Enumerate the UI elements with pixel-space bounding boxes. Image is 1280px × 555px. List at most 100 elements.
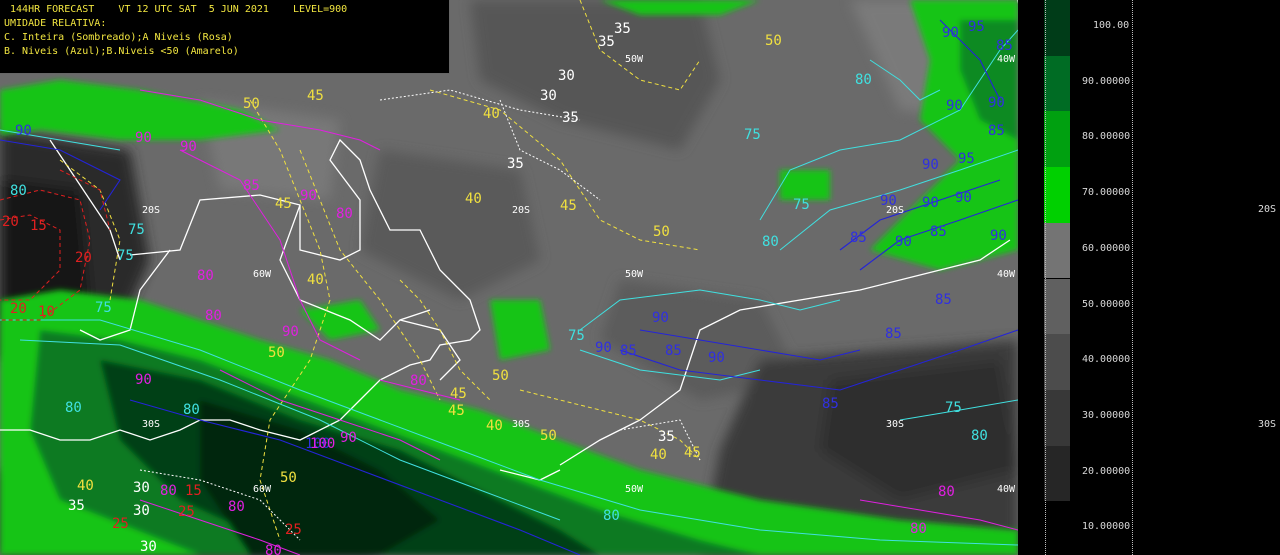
legend-description-1: C. Inteira (Sombreado);A Niveis (Rosa) [4,32,233,43]
yellow-contour-label: 50 [243,96,260,112]
color-legend: 100.00 90.00000 80.00000 70.00000 60.00000 50… [1018,0,1280,555]
grid-line-vertical [1045,0,1046,555]
blue-contour-label: 85 [850,230,867,246]
yellow-contour-label: 50 [268,345,285,361]
legend-swatch [1044,389,1070,446]
white-contour-label: 35 [614,21,631,37]
cyan-contour-label: 80 [183,402,200,418]
legend-swatch [1044,55,1070,112]
magenta-contour-label: 80 [265,543,282,555]
magenta-contour-label: 85 [243,178,260,194]
legend-scale-value: 50.00000 [1082,298,1131,310]
legend-swatch [1044,445,1070,502]
cyan-contour-label: 80 [762,234,779,250]
cyan-contour-label: 80 [603,508,620,524]
yellow-contour-label: 40 [77,478,94,494]
legend-scale-value: 20.00000 [1082,465,1131,477]
magenta-contour-label: 80 [205,308,222,324]
white-contour-label: 30 [140,539,157,555]
blue-contour-label: 90 [595,340,612,356]
blue-contour-label: 90 [942,25,959,41]
blue-contour-label: 90 [708,350,725,366]
forecast-header: 144HR FORECAST VT 12 UTC SAT 5 JUN 2021 … [0,0,450,74]
cyan-contour-label: 75 [95,300,112,316]
humidity-map-svg: 50 454045404050405045455040 455045405050 3… [0,0,1018,555]
legend-swatch [1044,0,1070,56]
cyan-contour-label: 80 [10,183,27,199]
lon-60w-label: 60W [253,269,272,280]
blue-contour-label: 90 [15,123,32,139]
blue-contour-label: 85 [885,326,902,342]
legend-description-2: B. Niveis (Azul);B.Niveis <50 (Amarelo) [4,46,239,57]
cyan-contour-label: 80 [855,72,872,88]
blue-contour-label: 85 [996,38,1013,54]
blue-contour-label: 85 [822,396,839,412]
lon-50w-label: 50W [625,54,644,65]
lat-20s-label: 20S [886,205,904,216]
magenta-contour-label: 90 [282,324,299,340]
yellow-contour-label: 40 [483,106,500,122]
white-contour-label: 35 [68,498,85,514]
grid-line-vertical [1132,0,1133,555]
magenta-contour-label: 80 [228,499,245,515]
lon-50w-label: 50W [625,269,644,280]
red-contour-label: 10 [38,304,55,320]
lat-20s-label: 20S [512,205,530,216]
red-contour-label: 25 [112,516,129,532]
side-lat-20s: 20S [1258,204,1277,215]
white-contour-label: 35 [507,156,524,172]
variable-title: UMIDADE RELATIVA: [4,18,107,29]
blue-contour-label: 85 [988,123,1005,139]
magenta-contour-label: 80 [910,521,927,537]
blue-contour-label: 90 [988,95,1005,111]
yellow-contour-label: 40 [486,418,503,434]
yellow-contour-label: 45 [448,403,465,419]
cyan-contour-label: 75 [945,400,962,416]
magenta-contour-label: 80 [160,483,177,499]
red-contour-label: 20 [10,301,27,317]
legend-swatch [1044,278,1070,335]
yellow-contour-label: 50 [280,470,297,486]
cyan-contour-label: 80 [971,428,988,444]
lon-40w-label: 40W [997,484,1016,495]
blue-contour-label: 90 [922,195,939,211]
white-contour-label: 30 [133,503,150,519]
legend-swatch [1044,222,1070,279]
side-lat-30s: 30S [1258,419,1277,430]
yellow-contour-label: 50 [492,368,509,384]
red-contour-label: 20 [2,214,19,230]
magenta-contour-label: 90 [340,430,357,446]
white-contour-label: 30 [540,88,557,104]
lon-60w-label: 60W [253,484,272,495]
blue-contour-label: 90 [922,157,939,173]
magenta-contour-label: 80 [197,268,214,284]
blue-contour-label: 90 [990,228,1007,244]
yellow-contour-label: 50 [765,33,782,49]
magenta-contour-label: 90 [135,130,152,146]
white-contour-label: 30 [558,68,575,84]
red-contour-label: 15 [185,483,202,499]
lon-50w-label: 50W [625,484,644,495]
legend-scale-value: 100.00 [1093,20,1130,31]
cyan-contour-label: 75 [568,328,585,344]
cyan-contour-label: 75 [117,248,134,264]
white-contour-label: 35 [658,429,675,445]
magenta-contour-label: 80 [336,206,353,222]
cyan-contour-label: 75 [744,127,761,143]
yellow-contour-label: 45 [560,198,577,214]
legend-scale-value: 30.00000 [1082,409,1131,421]
red-contour-label: 25 [178,504,195,520]
yellow-contour-label: 40 [650,447,667,463]
yellow-contour-label: 50 [540,428,557,444]
blue-contour-label: 95 [958,151,975,167]
weather-map: 50 45 40 45 40 40 50 40 50 45 45 50 40 45 50 45 40 50 50 3… [0,0,1018,555]
lat-30s-label: 30S [886,419,904,430]
blue-contour-label: 90 [652,310,669,326]
blue-contour-label: 85 [665,343,682,359]
magenta-contour-label: 80 [938,484,955,500]
white-contour-label: 30 [133,480,150,496]
yellow-contour-label: 45 [450,386,467,402]
yellow-contour-label: 45 [307,88,324,104]
legend-swatch [1044,334,1070,390]
legend-scale-value: 70.00000 [1082,187,1131,199]
